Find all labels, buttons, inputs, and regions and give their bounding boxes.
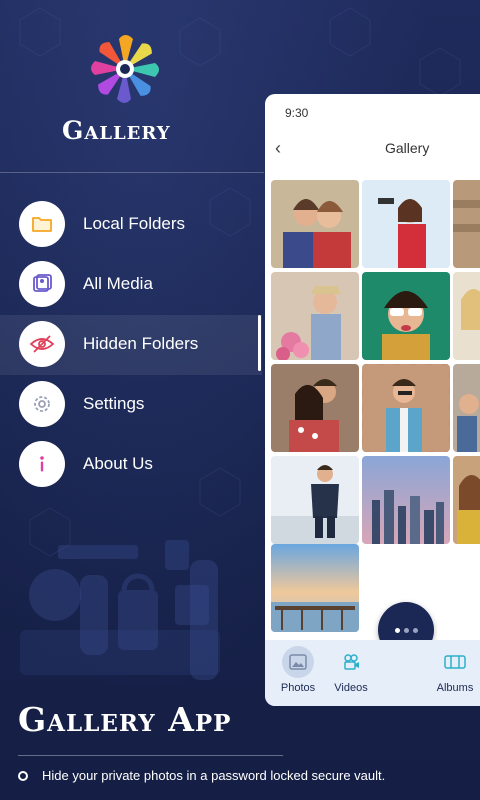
hidden-eye-icon bbox=[19, 321, 65, 367]
photo-thumbnail[interactable] bbox=[362, 456, 450, 544]
photo-thumbnail[interactable] bbox=[271, 456, 359, 544]
photo-thumbnail[interactable] bbox=[271, 364, 359, 452]
photo-thumbnail[interactable] bbox=[271, 180, 359, 268]
bottom-tab-bar: Photos Videos Albums bbox=[265, 640, 480, 706]
info-icon bbox=[19, 441, 65, 487]
dot-icon bbox=[412, 627, 418, 633]
menu-item-label: Local Folders bbox=[83, 214, 186, 233]
menu-item-label: Settings bbox=[83, 394, 145, 413]
screen-title: Gallery bbox=[385, 140, 430, 156]
active-indicator bbox=[258, 315, 261, 371]
media-icon bbox=[19, 261, 65, 307]
photo-thumbnail[interactable] bbox=[362, 180, 450, 268]
menu-item-settings[interactable]: Settings bbox=[0, 375, 262, 435]
menu-item-label: Hidden Folders bbox=[83, 334, 199, 353]
photo-thumbnail[interactable] bbox=[271, 544, 359, 632]
dot-icon bbox=[403, 627, 409, 633]
tab-label: Photos bbox=[280, 682, 316, 694]
dot-icon bbox=[394, 627, 400, 633]
video-camera-icon bbox=[335, 646, 367, 678]
status-time: 9:30 bbox=[285, 106, 309, 120]
bullet-icon bbox=[18, 771, 28, 781]
menu-item-local-folders[interactable]: Local Folders bbox=[0, 195, 262, 255]
promo-description: Hide your private photos in a password l… bbox=[42, 768, 386, 783]
promo-title: Gallery App bbox=[18, 700, 232, 739]
app-title: Gallery bbox=[62, 116, 171, 145]
tab-label: Videos bbox=[334, 682, 368, 694]
photo-thumbnail[interactable] bbox=[453, 364, 480, 452]
tab-albums[interactable]: Albums bbox=[425, 646, 480, 694]
security-illustration bbox=[20, 540, 220, 680]
photo-thumbnail[interactable] bbox=[453, 180, 480, 268]
photo-thumbnail[interactable] bbox=[453, 456, 480, 544]
back-chevron-icon[interactable]: ‹ bbox=[275, 138, 281, 159]
menu-item-hidden-folders[interactable]: Hidden Folders bbox=[0, 315, 262, 375]
tab-label: Albums bbox=[436, 682, 474, 694]
photo-icon bbox=[282, 646, 314, 678]
menu-item-about-us[interactable]: About Us bbox=[0, 435, 262, 495]
divider bbox=[0, 172, 264, 173]
menu-item-all-media[interactable]: All Media bbox=[0, 255, 262, 315]
folder-icon bbox=[19, 201, 65, 247]
photo-thumbnail[interactable] bbox=[453, 272, 480, 360]
menu-item-label: About Us bbox=[83, 454, 153, 473]
albums-icon bbox=[439, 646, 471, 678]
menu-item-label: All Media bbox=[83, 274, 153, 293]
app-logo bbox=[88, 32, 162, 106]
photo-thumbnail[interactable] bbox=[362, 364, 450, 452]
drawer-menu: Local Folders All Media Hidden Folders S… bbox=[0, 195, 262, 495]
gear-icon bbox=[19, 381, 65, 427]
tab-photos[interactable]: Photos bbox=[268, 646, 328, 694]
tab-videos[interactable]: Videos bbox=[321, 646, 381, 694]
divider bbox=[18, 755, 283, 756]
phone-mockup: 9:30 ‹ Gallery Photos Videos Albums bbox=[265, 94, 480, 706]
photo-thumbnail[interactable] bbox=[362, 272, 450, 360]
photo-thumbnail[interactable] bbox=[271, 272, 359, 360]
